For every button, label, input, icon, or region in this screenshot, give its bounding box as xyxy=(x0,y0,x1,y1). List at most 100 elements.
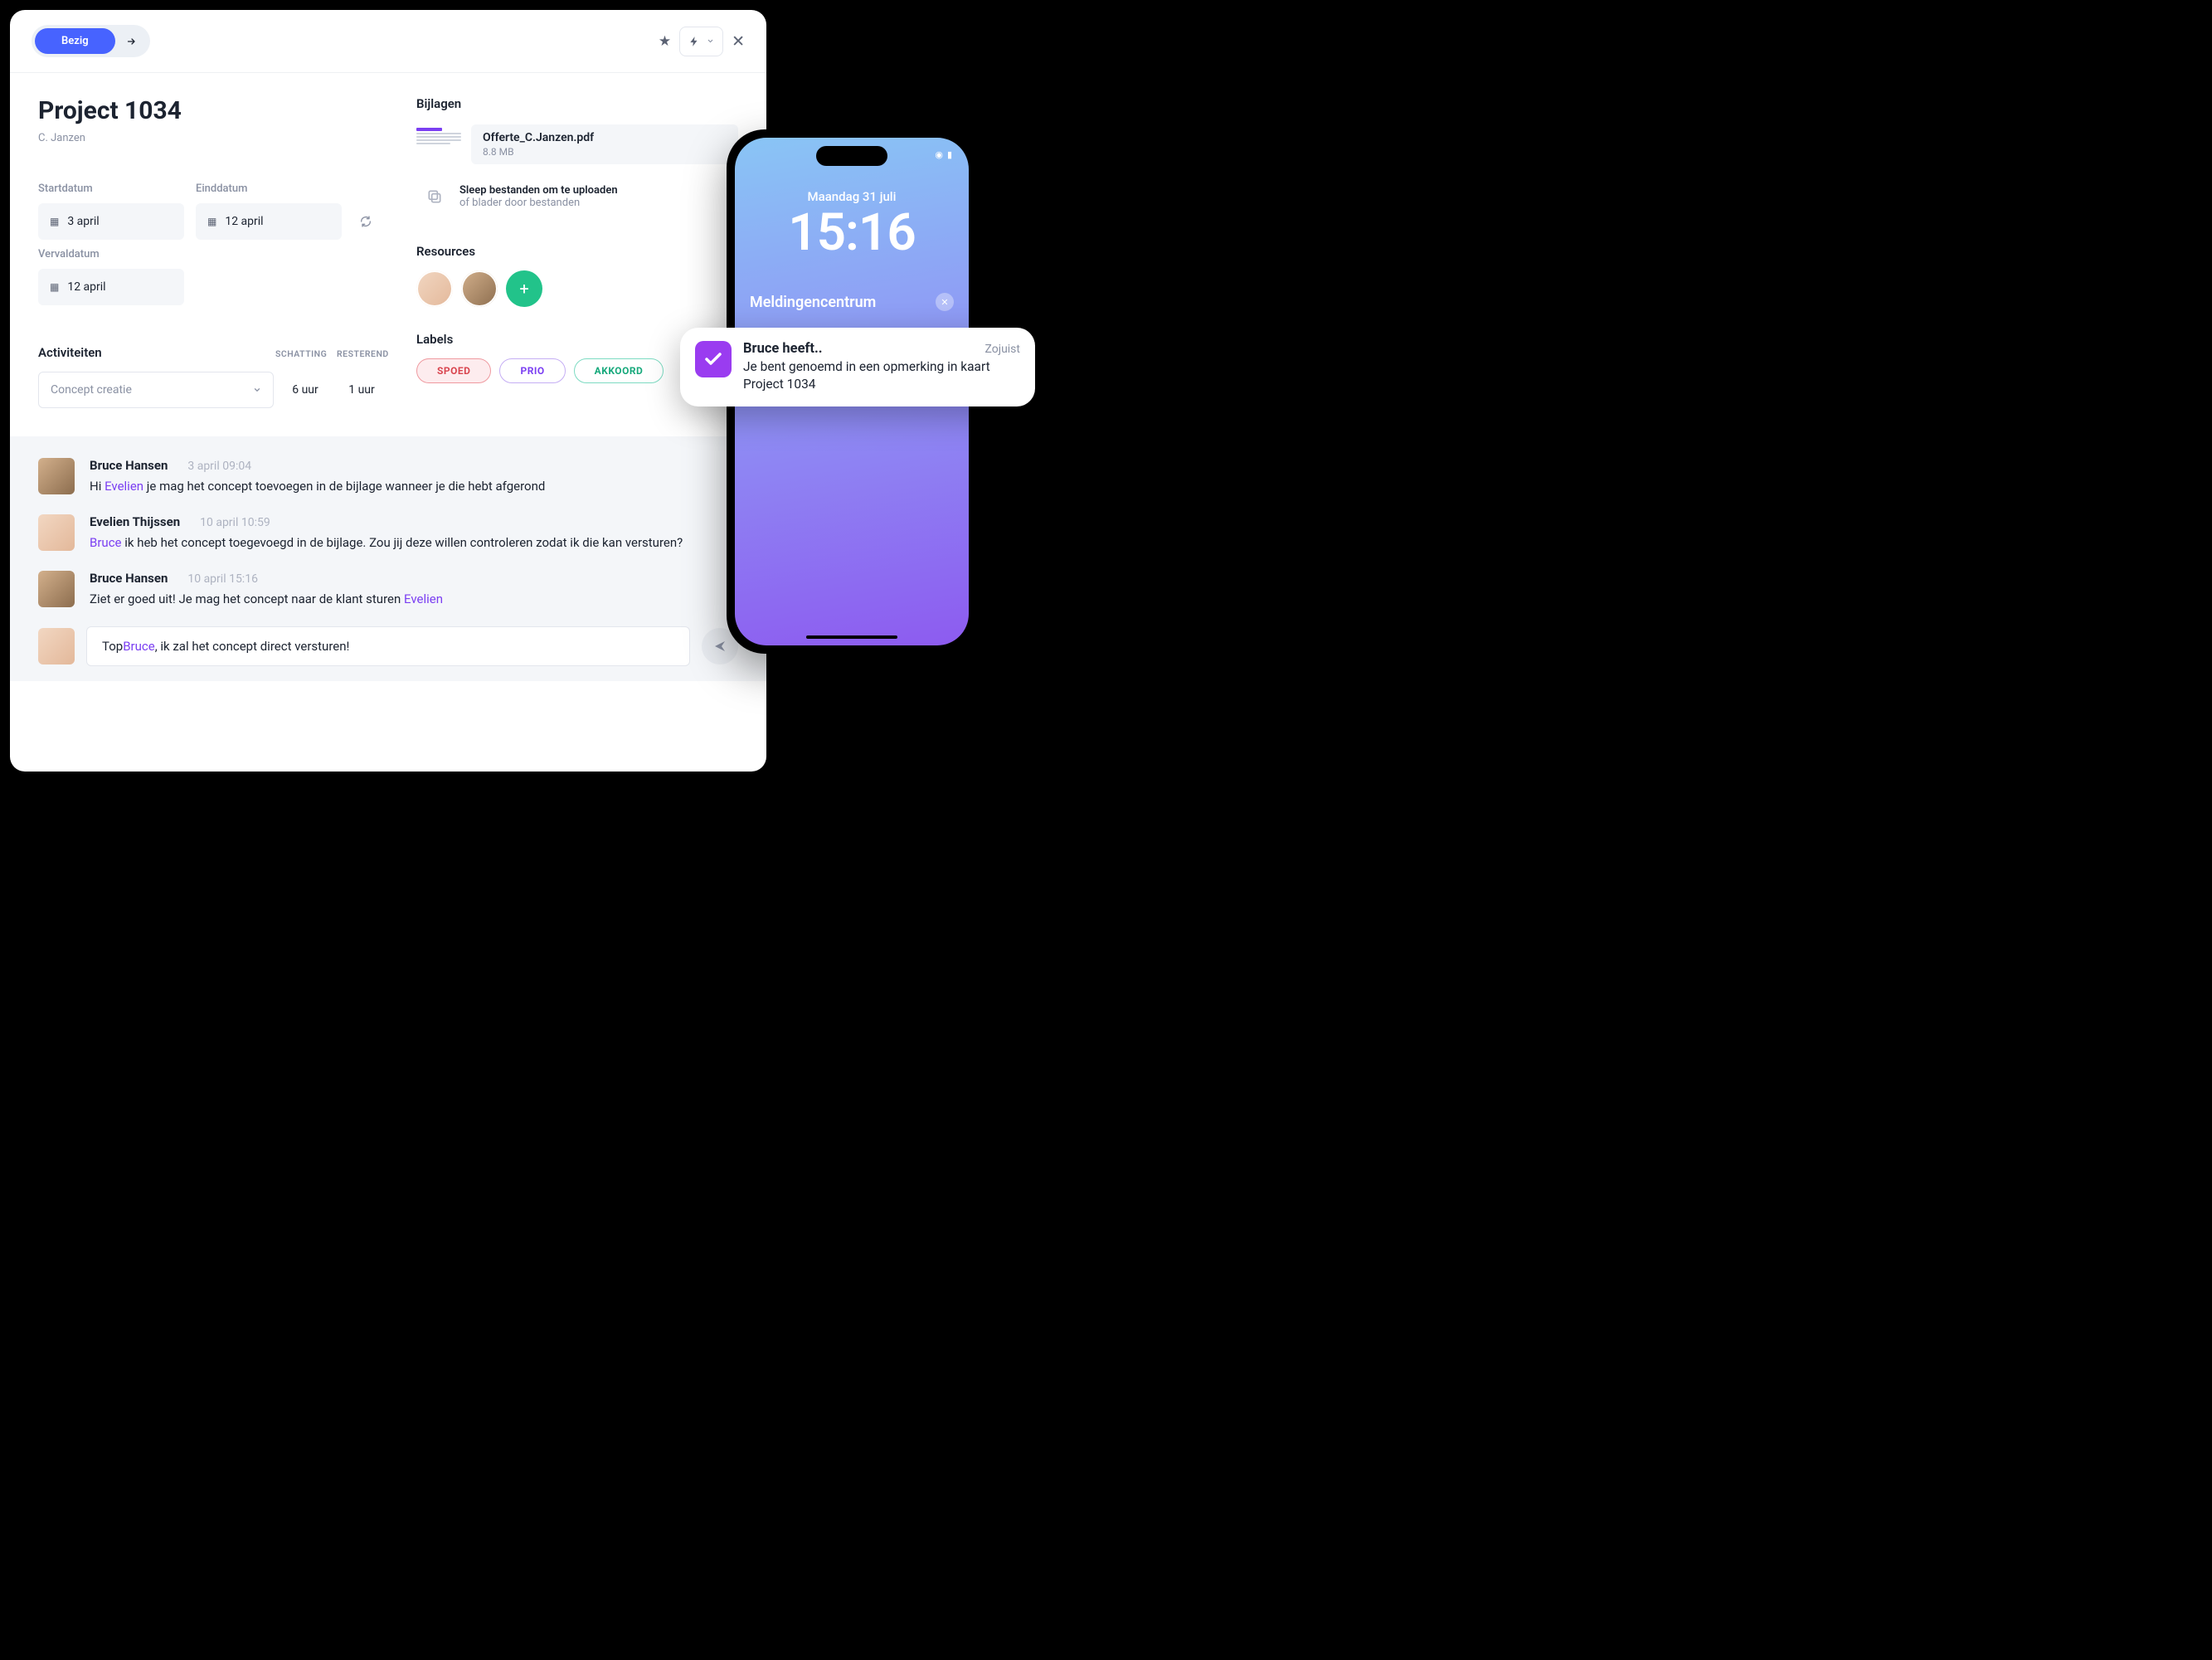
start-date-input[interactable]: ▦ 3 april xyxy=(38,203,184,240)
due-date-value: 12 april xyxy=(67,280,105,294)
composer-mention: Bruce xyxy=(123,639,155,654)
attachment-name: Offerte_C.Janzen.pdf xyxy=(483,131,727,144)
resources-title: Resources xyxy=(416,244,738,259)
activities-col-estimate: SCHATTING xyxy=(275,348,325,359)
send-icon xyxy=(713,640,727,653)
comment-composer: Top Bruce , ik zal het concept direct ve… xyxy=(38,626,738,666)
notification-center-header: Meldingencentrum ✕ xyxy=(735,293,969,311)
resource-avatar[interactable] xyxy=(416,270,453,307)
start-date-field: Startdatum ▦ 3 april xyxy=(38,183,184,240)
activity-remaining: 1 uur xyxy=(337,372,386,408)
comment-item: Bruce Hansen 3 april 09:04 Hi Evelien je m… xyxy=(38,458,738,496)
calendar-icon: ▦ xyxy=(50,216,59,227)
wifi-icon: ◉ xyxy=(935,149,943,160)
actions-dropdown[interactable] xyxy=(679,27,723,56)
notification-title: Bruce heeft.. xyxy=(743,341,984,357)
end-date-input[interactable]: ▦ 12 april xyxy=(196,203,342,240)
comment-text: Ziet er goed uit! Je mag het concept naa… xyxy=(90,591,443,609)
comment-text-pre: Ziet er goed uit! Je mag het concept naa… xyxy=(90,591,404,606)
close-icon: ✕ xyxy=(941,297,948,308)
dates-grid: Startdatum ▦ 3 april Einddatum ▦ 12 apri… xyxy=(38,183,386,305)
resources-section: Resources + xyxy=(416,244,738,307)
comment-body: Bruce Hansen 10 april 15:16 Ziet er goed u… xyxy=(90,571,443,609)
attachment-size: 8.8 MB xyxy=(483,146,727,158)
comment-body: Bruce Hansen 3 april 09:04 Hi Evelien je m… xyxy=(90,458,545,496)
comment-avatar xyxy=(38,458,75,494)
comment-author: Bruce Hansen xyxy=(90,571,168,586)
attachment-item[interactable]: Offerte_C.Janzen.pdf 8.8 MB xyxy=(416,124,738,164)
attachments-section: Bijlagen Offerte_C.Janzen.pdf 8.8 MB xyxy=(416,96,738,219)
comment-time: 3 april 09:04 xyxy=(187,460,251,473)
plus-icon: + xyxy=(519,279,528,299)
activity-estimate: 6 uur xyxy=(280,372,330,408)
dates-sync-button[interactable] xyxy=(353,209,378,234)
composer-text-pre: Top xyxy=(102,639,123,654)
push-notification[interactable]: Bruce heeft.. Zojuist Je bent genoemd in… xyxy=(680,328,1035,406)
activities-title: Activiteiten xyxy=(38,345,264,360)
due-date-field: Vervaldatum ▦ 12 april xyxy=(38,248,184,305)
comment-body: Evelien Thijssen10 april 10:59Bruce ik h… xyxy=(90,514,683,553)
composer-input[interactable]: Top Bruce , ik zal het concept direct ve… xyxy=(86,626,690,666)
notification-app-icon xyxy=(695,341,732,377)
composer-text-post: , ik zal het concept direct versturen! xyxy=(155,639,350,654)
battery-icon: ▮ xyxy=(947,149,952,160)
start-date-label: Startdatum xyxy=(38,183,184,195)
activities-row: Concept creatie 6 uur 1 uur xyxy=(38,372,386,408)
phone-status-icons: ◉ ▮ xyxy=(935,149,952,160)
close-button[interactable]: ✕ xyxy=(732,32,745,51)
comment-author: Bruce Hansen xyxy=(90,458,168,473)
comment-text-post: ik heb het concept toegevoegd in de bijl… xyxy=(122,535,683,550)
comment-mention[interactable]: Evelien xyxy=(105,479,143,494)
arrow-right-icon xyxy=(125,37,138,46)
label-akkoord[interactable]: AKKOORD xyxy=(574,358,664,383)
end-date-value: 12 april xyxy=(225,215,263,228)
favorite-button[interactable]: ★ xyxy=(659,33,671,50)
add-resource-button[interactable]: + xyxy=(506,270,542,307)
document-icon xyxy=(416,128,461,161)
notification-center-close[interactable]: ✕ xyxy=(936,293,954,311)
comments-section: Bruce Hansen 3 april 09:04 Hi Evelien je m… xyxy=(10,436,766,681)
attachment-body: Offerte_C.Janzen.pdf 8.8 MB xyxy=(471,124,738,164)
upload-line2: of blader door bestanden xyxy=(459,197,618,209)
comment-avatar xyxy=(38,571,75,607)
comment-text: Hi Evelien je mag het concept toevoegen … xyxy=(90,478,545,496)
notification-body: Bruce heeft.. Zojuist Je bent genoemd in… xyxy=(743,341,1020,393)
comment-text: Bruce ik heb het concept toegevoegd in d… xyxy=(90,534,683,553)
lockscreen-time: 15:16 xyxy=(735,202,969,263)
comment-avatar xyxy=(38,514,75,551)
comment-mention[interactable]: Evelien xyxy=(404,591,443,606)
project-owner: C. Janzen xyxy=(38,132,386,144)
due-date-label: Vervaldatum xyxy=(38,248,184,260)
status-label: Bezig xyxy=(35,28,115,54)
card-main: Project 1034 C. Janzen Startdatum ▦ 3 ap… xyxy=(10,73,766,408)
left-column: Project 1034 C. Janzen Startdatum ▦ 3 ap… xyxy=(38,96,386,408)
comment-item: Bruce Hansen 10 april 15:16 Ziet er goed u… xyxy=(38,571,738,609)
comment-time: 10 april 15:16 xyxy=(187,572,258,586)
composer-avatar xyxy=(38,628,75,664)
end-date-field: Einddatum ▦ 12 april xyxy=(196,183,342,240)
notification-text: Je bent genoemd in een opmerking in kaar… xyxy=(743,358,1020,393)
bolt-icon xyxy=(688,36,700,47)
copy-icon xyxy=(423,188,446,205)
comment-text-pre: Hi xyxy=(90,479,105,494)
project-title: Project 1034 xyxy=(38,96,386,125)
attachments-title: Bijlagen xyxy=(416,96,738,111)
comment-mention[interactable]: Bruce xyxy=(90,535,122,550)
due-date-input[interactable]: ▦ 12 april xyxy=(38,269,184,305)
notification-time: Zojuist xyxy=(984,343,1020,356)
status-pill[interactable]: Bezig xyxy=(32,25,150,57)
project-card-window: Bezig ★ ✕ Project 1034 C. Janzen Startda… xyxy=(10,10,766,772)
sync-icon xyxy=(359,215,372,228)
status-advance-button[interactable] xyxy=(117,29,147,54)
upload-dropzone[interactable]: Sleep bestanden om te uploaden of blader… xyxy=(416,174,738,219)
label-spoed[interactable]: SPOED xyxy=(416,358,491,383)
star-icon: ★ xyxy=(659,33,671,50)
end-date-label: Einddatum xyxy=(196,183,342,195)
activity-select[interactable]: Concept creatie xyxy=(38,372,274,408)
notification-center-title: Meldingencentrum xyxy=(750,294,936,311)
card-toolbar: Bezig ★ ✕ xyxy=(10,10,766,73)
chevron-down-icon xyxy=(707,37,714,45)
activities-col-remaining: RESTEREND xyxy=(337,348,386,359)
label-prio[interactable]: PRIO xyxy=(499,358,565,383)
resource-avatar[interactable] xyxy=(461,270,498,307)
